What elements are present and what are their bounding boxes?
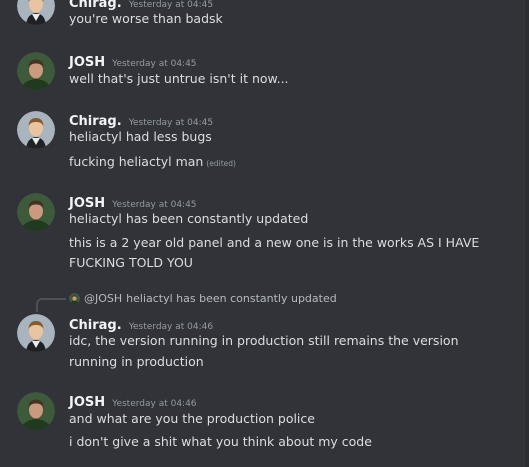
photo-avatar-icon	[17, 392, 55, 430]
reply-text[interactable]: heliactyl has been constantly updated	[126, 292, 337, 305]
scrollbar[interactable]	[525, 0, 529, 467]
message-text: heliactyl had less bugs	[69, 129, 212, 144]
cartoon-avatar-icon	[17, 314, 55, 352]
message-header: JOSH Yesterday at 04:46	[69, 391, 197, 410]
message-text: fucking heliactyl man (edited)	[69, 151, 236, 175]
photo-avatar-icon	[17, 193, 55, 231]
photo-avatar-icon	[17, 52, 55, 90]
message-text: this is a 2 year old panel and a new one…	[69, 235, 480, 250]
avatar[interactable]	[17, 111, 55, 149]
message-text: you're worse than badsk	[69, 11, 223, 26]
message-text: i don't give a shit what you think about…	[69, 434, 372, 449]
avatar[interactable]	[17, 392, 55, 430]
cartoon-avatar-icon	[17, 111, 55, 149]
avatar[interactable]	[17, 193, 55, 231]
reply-avatar	[69, 293, 80, 304]
message-text: running in production	[69, 354, 204, 369]
avatar[interactable]	[17, 314, 55, 352]
message-text: idc, the version running in production s…	[69, 333, 459, 348]
reply-preview[interactable]: @JOSH heliactyl has been constantly updat…	[69, 292, 337, 308]
message-text: FUCKING TOLD YOU	[69, 255, 193, 270]
cartoon-avatar-icon	[17, 0, 55, 25]
photo-avatar-icon	[69, 293, 80, 304]
edited-label: (edited)	[206, 159, 236, 168]
avatar[interactable]	[17, 52, 55, 90]
avatar[interactable]	[17, 0, 55, 25]
message-text: well that's just untrue isn't it now...	[69, 71, 289, 86]
message-text: and what are you the production police	[69, 411, 315, 426]
message-list: Chirag. Yesterday at 04:45 you're worse t…	[0, 0, 529, 467]
message-text-content: fucking heliactyl man	[69, 154, 204, 169]
message-text: heliactyl has been constantly updated	[69, 211, 309, 226]
message-header: JOSH Yesterday at 04:45	[69, 51, 197, 70]
reply-author[interactable]: @JOSH	[84, 292, 122, 305]
reply-spine	[36, 298, 66, 312]
